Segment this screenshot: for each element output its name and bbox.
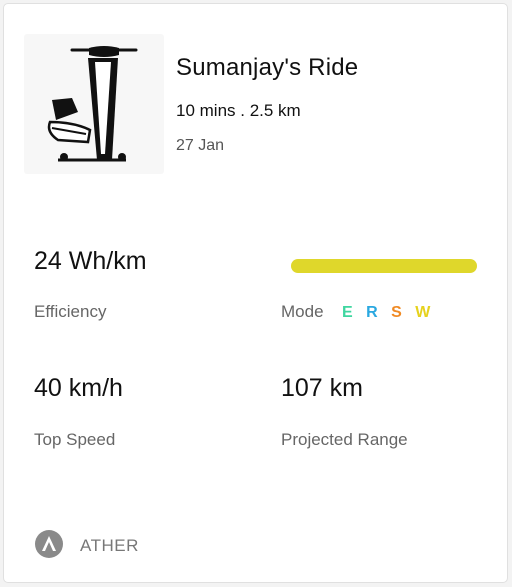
mode-e: E <box>342 304 353 321</box>
top-speed-value: 40 km/h <box>34 374 123 402</box>
mode-bar <box>291 259 477 273</box>
ride-card[interactable]: Sumanjay's Ride 10 mins . 2.5 km 27 Jan … <box>3 3 508 583</box>
mode-s: S <box>391 304 402 321</box>
range-value: 107 km <box>281 374 363 402</box>
scooter-icon <box>47 46 138 162</box>
ride-summary: 10 mins . 2.5 km <box>176 101 301 120</box>
ride-date: 27 Jan <box>176 137 225 154</box>
efficiency-label: Efficiency <box>34 302 107 321</box>
range-label: Projected Range <box>281 430 408 449</box>
efficiency-value: 24 Wh/km <box>34 247 147 275</box>
top-speed-label: Top Speed <box>34 430 116 449</box>
ride-title: Sumanjay's Ride <box>176 54 359 81</box>
mode-label: Mode <box>281 302 324 321</box>
scooter-image <box>24 34 164 174</box>
brand-name: ATHER <box>80 536 139 555</box>
mode-w: W <box>415 304 431 321</box>
mode-letters: E R S W <box>342 304 439 322</box>
mode-r: R <box>366 304 378 321</box>
ather-logo-icon <box>35 530 63 558</box>
